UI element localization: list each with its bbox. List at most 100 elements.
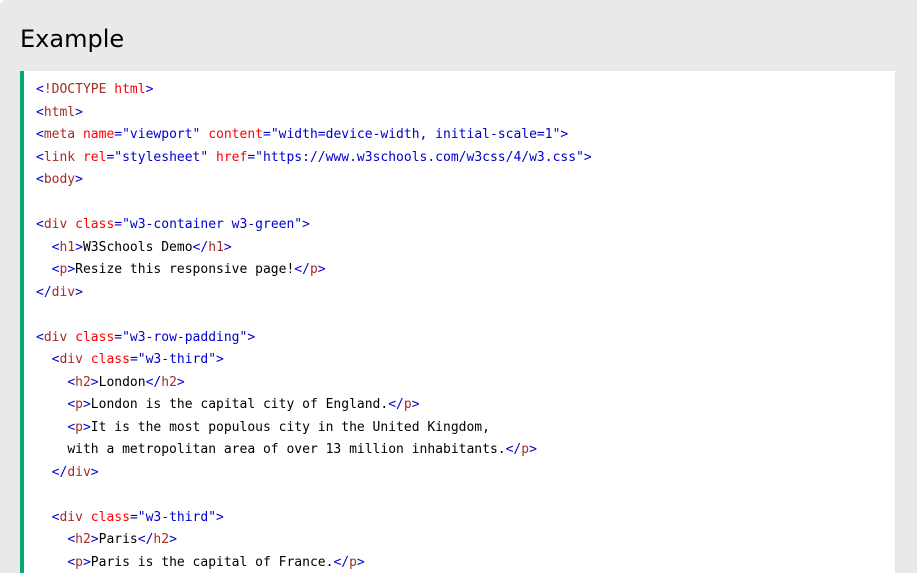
- code-bracket: </: [36, 284, 52, 300]
- code-bracket: >: [75, 239, 83, 255]
- code-bracket: <: [36, 127, 44, 142]
- code-tag-name: div: [51, 284, 76, 300]
- code-tag-name: h1: [208, 239, 224, 255]
- code-text: Paris: [98, 532, 138, 547]
- code-bracket: <: [36, 172, 44, 187]
- code-bracket: <: [67, 419, 76, 435]
- code-attribute-value: ="https://www.w3schools.com/w3css/4/w3.c…: [247, 149, 584, 165]
- code-tag-name: link: [43, 149, 76, 165]
- example-title: Example: [20, 25, 125, 53]
- code-attribute: class: [75, 217, 115, 232]
- code-tag-name: p: [75, 419, 83, 435]
- code-tag-name: div: [67, 464, 91, 480]
- code-bracket: >: [145, 82, 154, 97]
- code-bracket: >: [247, 329, 256, 345]
- code-bracket: <: [67, 374, 76, 390]
- code-text: It is the most populous city in the Unit…: [90, 419, 490, 435]
- code-attribute-value: ="w3-third": [129, 352, 217, 367]
- code-bracket: <: [67, 532, 76, 547]
- code-attribute: rel: [82, 149, 107, 165]
- code-attribute-value: ="viewport": [114, 127, 201, 142]
- code-attribute: class: [90, 509, 130, 525]
- code-attribute-value: ="w3-third": [129, 509, 217, 525]
- code-line: <h2>London</h2>: [36, 372, 895, 395]
- example-panel: Example <!DOCTYPE html> <html> <meta name=…: [0, 0, 917, 573]
- code-line: <h2>Paris</h2>: [36, 529, 895, 552]
- code-bracket: </: [145, 374, 162, 390]
- code-tag-name: div: [59, 509, 83, 525]
- code-bracket: >: [90, 464, 99, 480]
- code-bracket: </: [333, 554, 350, 570]
- code-bracket: <: [36, 82, 44, 97]
- code-bracket: >: [90, 374, 99, 390]
- code-tag-name: h2: [75, 374, 91, 390]
- code-line: <div class="w3-container w3-green">: [36, 214, 895, 237]
- code-bracket: >: [560, 127, 569, 142]
- code-attribute: class: [75, 329, 115, 345]
- code-tag-name: !DOCTYPE: [43, 82, 107, 97]
- code-line: </div>: [36, 282, 895, 305]
- code-bracket: <: [36, 217, 44, 232]
- code-attribute: html: [114, 82, 146, 97]
- code-line: <body>: [36, 169, 895, 192]
- code-text: London is the capital city of England.: [90, 397, 389, 412]
- code-bracket: >: [75, 104, 83, 120]
- code-line: with a metropolitan area of over 13 mill…: [36, 439, 895, 462]
- code-bracket: </: [137, 532, 154, 547]
- code-line: <!DOCTYPE html>: [36, 79, 895, 102]
- code-bracket: >: [169, 532, 177, 547]
- code-tag-name: h2: [161, 374, 177, 390]
- code-attribute: href: [216, 149, 248, 165]
- code-line: <div class="w3-third">: [36, 349, 895, 372]
- code-line: <p>It is the most populous city in the U…: [36, 417, 895, 440]
- code-text: Paris is the capital of France.: [90, 554, 334, 570]
- code-tag-name: html: [43, 104, 76, 120]
- code-bracket: >: [583, 149, 592, 165]
- code-line: <p>Resize this responsive page!</p>: [36, 259, 895, 282]
- code-line: <p>Paris is the capital of France.</p>: [36, 552, 895, 573]
- code-tag-name: h1: [59, 239, 76, 255]
- code-text: London: [98, 374, 146, 390]
- code-attribute-value: ="w3-row-padding": [114, 329, 248, 345]
- code-bracket: </: [388, 397, 404, 412]
- code-line: <html>: [36, 102, 895, 125]
- code-text: with a metropolitan area of over 13 mill…: [67, 442, 506, 457]
- code-bracket: >: [90, 532, 99, 547]
- code-tag-name: p: [309, 262, 318, 277]
- code-bracket: <: [36, 329, 44, 345]
- code-bracket: >: [176, 374, 185, 390]
- code-tag-name: div: [43, 329, 68, 345]
- code-bracket: >: [529, 442, 537, 457]
- code-line: </div>: [36, 462, 895, 485]
- code-attribute: name: [82, 127, 115, 142]
- code-bracket: >: [216, 352, 224, 367]
- code-bracket: >: [216, 509, 224, 525]
- code-bracket: >: [82, 554, 91, 570]
- code-tag-name: p: [75, 554, 83, 570]
- code-text: W3Schools Demo: [82, 239, 193, 255]
- code-example-box: <!DOCTYPE html> <html> <meta name="viewpor…: [20, 71, 895, 573]
- code-bracket: >: [223, 239, 232, 255]
- code-attribute: class: [90, 352, 130, 367]
- code-bracket: <: [67, 397, 76, 412]
- code-bracket: >: [302, 217, 310, 232]
- code-bracket: >: [82, 419, 91, 435]
- code-line: <div class="w3-row-padding">: [36, 327, 895, 350]
- code-bracket: >: [356, 554, 365, 570]
- code-tag-name: p: [521, 442, 530, 457]
- code-line: <meta name="viewport" content="width=dev…: [36, 124, 895, 147]
